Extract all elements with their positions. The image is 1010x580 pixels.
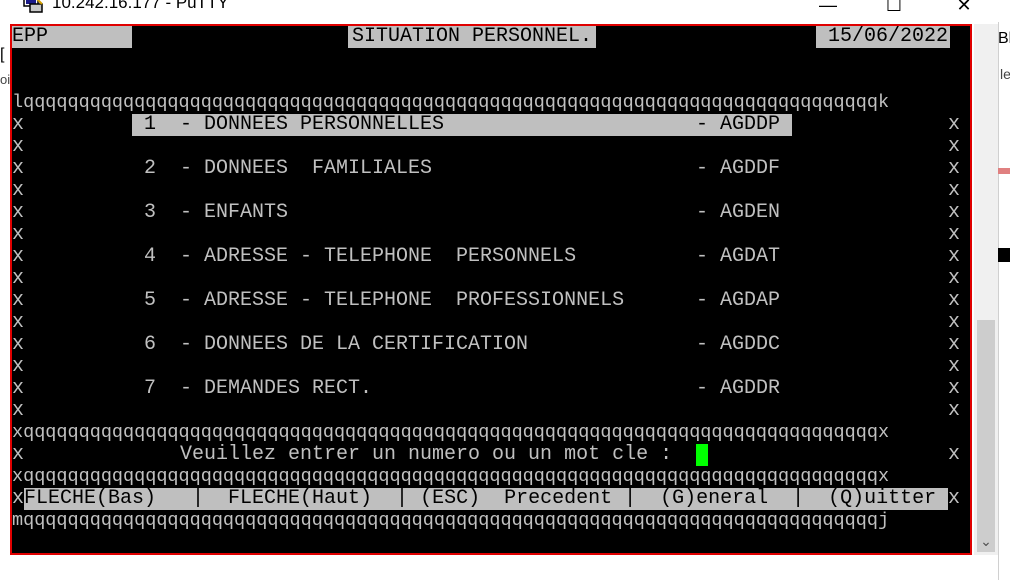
prompt-text: Veuillez entrer un numero ou un mot cle … bbox=[180, 443, 673, 466]
menu-item-code: - AGDDF bbox=[696, 157, 781, 180]
box-border-left: x bbox=[12, 113, 25, 136]
menu-item-label: - DONNEES PERSONNELLES bbox=[180, 113, 445, 136]
box-border-left: x bbox=[12, 223, 25, 246]
menu-item-label: - DONNEES FAMILIALES bbox=[180, 157, 433, 180]
function-key-bar[interactable]: FLECHE(Bas) | FLECHE(Haut) | (ESC) Prece… bbox=[24, 488, 948, 510]
background-text: oi bbox=[0, 72, 11, 87]
vertical-scrollbar[interactable]: ⌄ bbox=[974, 24, 998, 555]
screen-title: SITUATION PERSONNEL. bbox=[348, 26, 597, 48]
scrollbar-thumb[interactable] bbox=[977, 320, 995, 552]
header-date: 15/06/2022 bbox=[816, 26, 950, 48]
close-button[interactable]: ✕ bbox=[944, 0, 984, 18]
menu-item-number: 7 bbox=[144, 377, 157, 400]
box-border-left: x bbox=[12, 333, 25, 356]
minimize-button[interactable]: — bbox=[808, 0, 848, 18]
menu-item-code: - AGDDP bbox=[696, 113, 781, 136]
title-bar: 10.242.16.177 - PuTTY — ☐ ✕ bbox=[0, 0, 1010, 22]
box-border-right: x bbox=[948, 135, 961, 158]
background-text: Bl bbox=[998, 30, 1010, 47]
box-border-right: x bbox=[948, 399, 961, 422]
box-separator: xqqqqqqqqqqqqqqqqqqqqqqqqqqqqqqqqqqqqqqq… bbox=[12, 422, 890, 443]
box-border-right: x bbox=[948, 311, 961, 334]
box-border-left: x bbox=[12, 267, 25, 290]
scroll-down-arrow-icon[interactable]: ⌄ bbox=[974, 531, 998, 551]
box-border-left: x bbox=[12, 443, 25, 466]
box-border-right: x bbox=[948, 113, 961, 136]
box-border-left: x bbox=[12, 289, 25, 312]
menu-item-code: - AGDEN bbox=[696, 201, 781, 224]
box-border-right: x bbox=[948, 487, 961, 510]
box-border-left: x bbox=[12, 201, 25, 224]
menu-item-number: 2 bbox=[144, 157, 157, 180]
menu-item-label: - ADRESSE - TELEPHONE PERSONNELS bbox=[180, 245, 577, 268]
menu-item-label: - ENFANTS bbox=[180, 201, 289, 224]
menu-item-number: 5 bbox=[144, 289, 157, 312]
box-border-right: x bbox=[948, 201, 961, 224]
box-border-right: x bbox=[948, 157, 961, 180]
box-border-right: x bbox=[948, 179, 961, 202]
box-border-left: x bbox=[12, 399, 25, 422]
background-window bbox=[998, 22, 1010, 580]
header-system-code: EPP bbox=[12, 26, 132, 48]
putty-icon[interactable] bbox=[22, 0, 44, 14]
box-border-right: x bbox=[948, 377, 961, 400]
menu-item-code: - AGDDC bbox=[696, 333, 781, 356]
box-border-left: x bbox=[12, 245, 25, 268]
box-border-right: x bbox=[948, 333, 961, 356]
box-border-right: x bbox=[948, 355, 961, 378]
box-border-right: x bbox=[948, 443, 961, 466]
menu-item-code: - AGDDR bbox=[696, 377, 781, 400]
menu-item-code: - AGDAP bbox=[696, 289, 781, 312]
box-border-left: x bbox=[12, 157, 25, 180]
box-border-right: x bbox=[948, 267, 961, 290]
box-border-right: x bbox=[948, 245, 961, 268]
box-border-right: x bbox=[948, 289, 961, 312]
box-border-left: x bbox=[12, 377, 25, 400]
menu-item-label: - ADRESSE - TELEPHONE PROFESSIONNELS bbox=[180, 289, 625, 312]
input-cursor[interactable] bbox=[696, 444, 708, 466]
box-border-left: x bbox=[12, 179, 25, 202]
window-title: 10.242.16.177 - PuTTY bbox=[52, 0, 229, 12]
box-border-left: x bbox=[12, 355, 25, 378]
menu-item-number: 6 bbox=[144, 333, 157, 356]
box-border-left: x bbox=[12, 135, 25, 158]
box-border-left: x bbox=[12, 487, 25, 510]
menu-item-code: - AGDAT bbox=[696, 245, 781, 268]
menu-item-number: 1 bbox=[144, 113, 157, 136]
background-bar bbox=[998, 248, 1010, 262]
box-border-left: x bbox=[12, 311, 25, 334]
menu-item-label: - DEMANDES RECT. bbox=[180, 377, 373, 400]
menu-item-number: 3 bbox=[144, 201, 157, 224]
menu-item-label: - DONNEES DE LA CERTIFICATION bbox=[180, 333, 529, 356]
maximize-button[interactable]: ☐ bbox=[874, 0, 914, 18]
box-border-right: x bbox=[948, 223, 961, 246]
menu-item-number: 4 bbox=[144, 245, 157, 268]
box-border-bottom: mqqqqqqqqqqqqqqqqqqqqqqqqqqqqqqqqqqqqqqq… bbox=[12, 510, 890, 531]
box-separator: xqqqqqqqqqqqqqqqqqqqqqqqqqqqqqqqqqqqqqqq… bbox=[12, 466, 890, 487]
box-border-top: lqqqqqqqqqqqqqqqqqqqqqqqqqqqqqqqqqqqqqqq… bbox=[12, 92, 890, 113]
background-text: le bbox=[1000, 66, 1010, 82]
background-bar bbox=[998, 168, 1010, 174]
background-text: [ bbox=[0, 46, 5, 63]
